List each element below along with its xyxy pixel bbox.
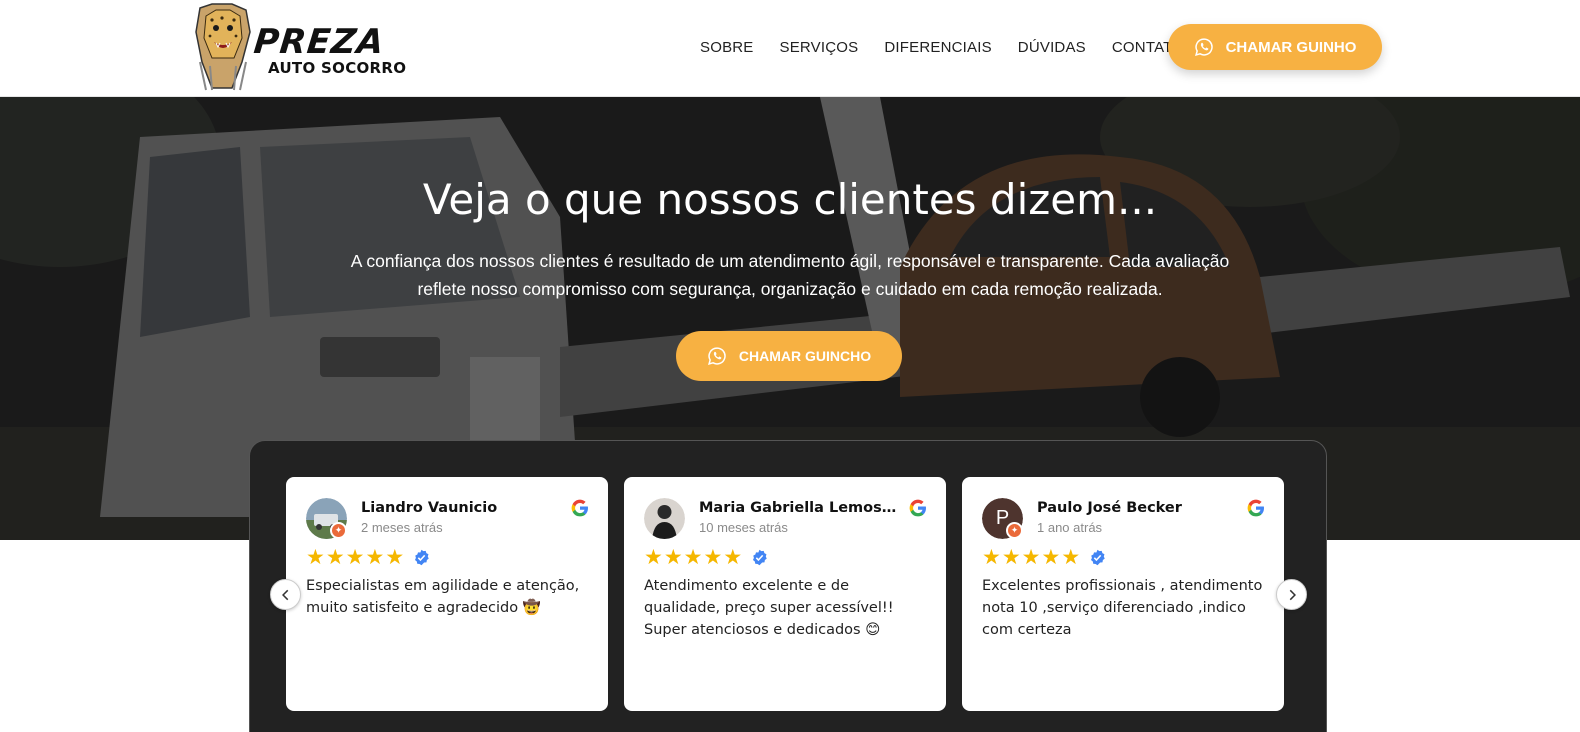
star-icon: ★ — [1041, 546, 1061, 569]
local-guide-badge-icon: ✦ — [1006, 522, 1023, 539]
star-icon: ★ — [1021, 546, 1041, 569]
hero-title: Veja o que nossos clientes dizem... — [422, 175, 1158, 224]
star-icon: ★ — [723, 546, 743, 569]
brand-name: PREZA — [251, 22, 387, 62]
call-tow-label-hero: CHAMAR GUINCHO — [738, 348, 872, 364]
review-card: P ✦ Paulo José Becker 1 ano atrás ★ ★ ★ … — [962, 477, 1284, 711]
star-icon: ★ — [345, 546, 365, 569]
google-icon — [571, 499, 588, 517]
star-icon: ★ — [683, 546, 703, 569]
hero-description: A confiança dos nossos clientes é result… — [350, 251, 1230, 299]
logo[interactable]: PREZA AUTO SOCORRO — [190, 0, 420, 95]
star-icon: ★ — [982, 546, 1001, 569]
main-nav: SOBRE SERVIÇOS DIFERENCIAIS DÚVIDAS CONT… — [700, 0, 1210, 95]
reviewer-name[interactable]: Paulo José Becker — [1037, 500, 1237, 516]
review-card: ✦ Liandro Vaunicio 2 meses atrás ★ ★ ★ ★… — [286, 477, 608, 711]
jaguar-mascot-icon — [195, 3, 251, 91]
google-icon — [909, 499, 926, 517]
site-header: PREZA AUTO SOCORRO SOBRE SERVIÇOS DIFERE… — [0, 0, 1580, 97]
star-icon: ★ — [325, 546, 345, 569]
star-icon: ★ — [644, 546, 663, 569]
chevron-left-icon — [281, 589, 288, 600]
star-icon: ★ — [663, 546, 683, 569]
star-rating: ★ ★ ★ ★ ★ — [306, 547, 430, 568]
star-icon: ★ — [1001, 546, 1021, 569]
call-tow-label-header: CHAMAR GUINHO — [1225, 38, 1357, 56]
carousel-next-button[interactable] — [1276, 579, 1307, 610]
review-card: Maria Gabriella Lemos d... 10 meses atrá… — [624, 477, 946, 711]
reviewer-avatar — [644, 498, 685, 539]
reviews-carousel: ✦ Liandro Vaunicio 2 meses atrás ★ ★ ★ ★… — [249, 440, 1327, 732]
reviewer-name[interactable]: Maria Gabriella Lemos d... — [699, 500, 899, 516]
nav-item-duvidas[interactable]: DÚVIDAS — [1018, 39, 1086, 56]
star-rating: ★ ★ ★ ★ ★ — [644, 547, 768, 568]
verified-check-icon — [415, 549, 429, 566]
review-date: 1 ano atrás — [1037, 520, 1103, 535]
review-text: Especialistas em agilidade e atenção, mu… — [306, 578, 580, 616]
star-icon: ★ — [1061, 546, 1081, 569]
brand-tagline: AUTO SOCORRO — [268, 59, 407, 77]
reviewer-name[interactable]: Liandro Vaunicio — [361, 500, 561, 516]
review-date: 10 meses atrás — [699, 520, 788, 535]
carousel-prev-button[interactable] — [270, 579, 301, 610]
verified-check-icon — [753, 549, 767, 566]
nav-item-diferenciais[interactable]: DIFERENCIAIS — [884, 39, 991, 56]
chevron-right-icon — [1289, 589, 1296, 600]
review-date: 2 meses atrás — [361, 520, 443, 535]
star-rating: ★ ★ ★ ★ ★ — [982, 547, 1106, 568]
star-icon: ★ — [306, 546, 325, 569]
local-guide-badge-icon: ✦ — [330, 522, 347, 539]
star-icon: ★ — [365, 546, 385, 569]
verified-check-icon — [1091, 549, 1105, 566]
whatsapp-icon — [707, 347, 726, 365]
call-tow-button-header[interactable]: CHAMAR GUINHO — [1168, 24, 1382, 70]
nav-item-servicos[interactable]: SERVIÇOS — [780, 39, 859, 56]
star-icon: ★ — [703, 546, 723, 569]
review-text: Atendimento excelente e de qualidade, pr… — [644, 578, 894, 638]
whatsapp-icon — [1194, 38, 1213, 56]
call-tow-button-hero[interactable]: CHAMAR GUINCHO — [676, 331, 902, 381]
star-icon: ★ — [385, 546, 405, 569]
nav-item-sobre[interactable]: SOBRE — [700, 39, 754, 56]
google-icon — [1247, 499, 1264, 517]
review-text: Excelentes profissionais , atendimento n… — [982, 578, 1263, 638]
